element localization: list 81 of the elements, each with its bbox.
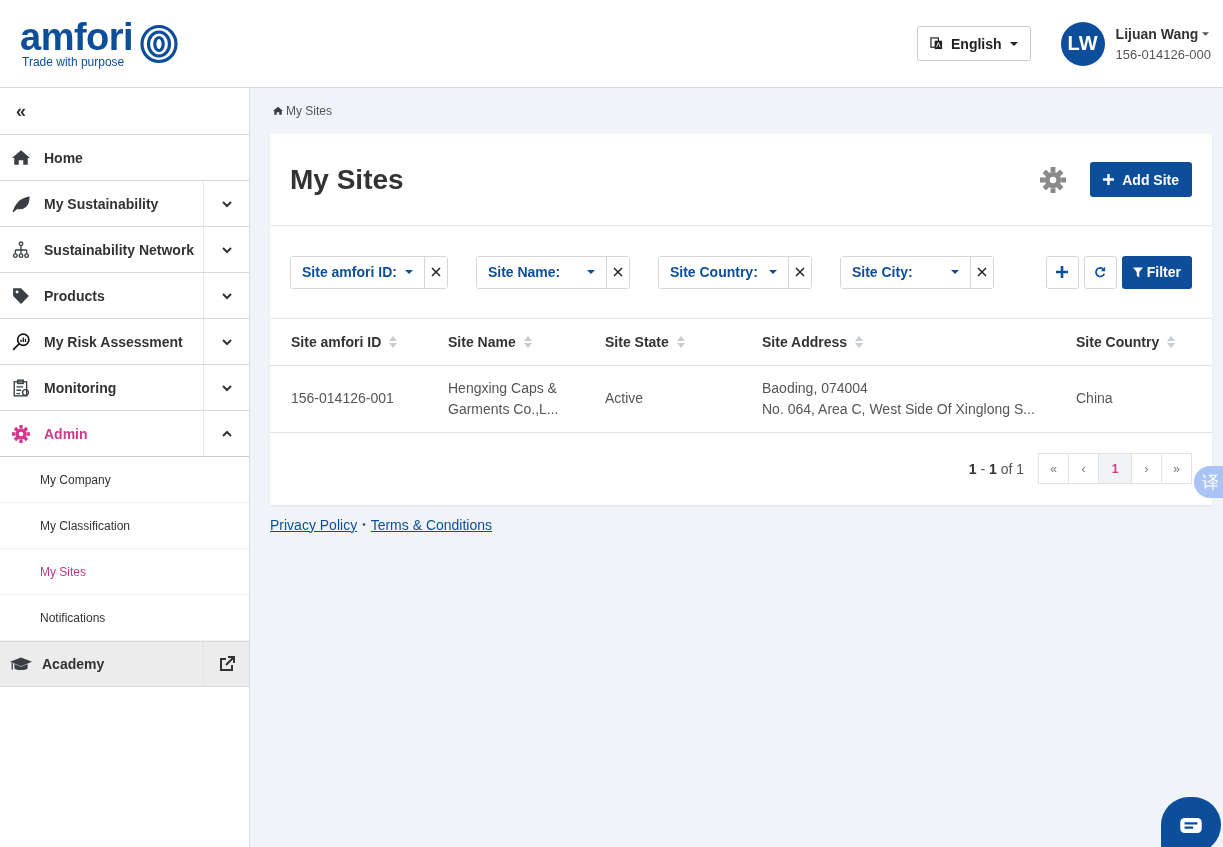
sort-icon <box>523 335 532 348</box>
sort-icon <box>855 335 864 348</box>
close-icon <box>612 267 623 277</box>
table-cell-text: No. 064, Area C, West Side Of Xinglong S... <box>762 399 1036 419</box>
nav-item[interactable]: Home <box>0 135 249 180</box>
gear-icon <box>12 424 30 443</box>
footer-link[interactable]: Privacy Policy <box>270 516 358 533</box>
tag-icon <box>12 286 30 305</box>
sort-icon <box>389 335 398 348</box>
table-cell-text: Active <box>605 389 645 408</box>
nav-item[interactable]: Monitoring <box>0 365 204 410</box>
table-cell-text: Garments Co.,L... <box>448 399 560 419</box>
submenu-item[interactable]: My Sites <box>0 549 249 595</box>
nav-item[interactable]: My Risk Assessment <box>0 319 204 364</box>
sort-icon <box>1167 335 1176 348</box>
account-id: 156-014126-000 <box>1115 46 1211 62</box>
language-dropdown[interactable]: English <box>917 26 1031 61</box>
caret-icon <box>586 270 595 274</box>
clipboard-icon <box>12 378 30 397</box>
home-icon <box>12 148 30 167</box>
breadcrumb-link[interactable]: My Sites <box>286 104 332 118</box>
home-icon <box>273 106 283 116</box>
logo-wordmark: amfori <box>20 18 134 55</box>
page-button[interactable]: » <box>1161 453 1192 484</box>
leaf-icon <box>12 194 30 213</box>
settings-icon <box>1040 166 1067 193</box>
footer-link[interactable]: Terms & Conditions <box>370 516 493 533</box>
pagination-summary: 1 - 1 of 1 <box>968 460 1024 477</box>
external-link-icon <box>218 656 235 672</box>
page-button[interactable]: « <box>1038 453 1069 484</box>
logo-icon <box>139 23 180 64</box>
column-header[interactable]: Site Country <box>1076 333 1160 350</box>
table-cell-text: Baoding, 074004 <box>762 378 869 398</box>
page-button[interactable]: ‹ <box>1068 453 1099 484</box>
table-cell-text: Hengxing Caps & <box>448 378 558 398</box>
close-icon <box>794 267 805 277</box>
table-cell-text: 156-014126-001 <box>291 389 395 408</box>
user-name[interactable]: Lijuan Wang <box>1115 25 1199 42</box>
column-header[interactable]: Site amfori ID <box>291 333 382 350</box>
network-icon <box>12 240 30 259</box>
page-button[interactable]: 1 <box>1098 453 1132 484</box>
plus-icon <box>1056 266 1069 278</box>
reset-button[interactable] <box>1083 255 1117 289</box>
add-site-button[interactable]: Add Site <box>1090 162 1192 197</box>
plus-icon <box>1103 174 1115 185</box>
translate-icon <box>930 37 943 50</box>
magnifier-chart-icon <box>12 332 30 351</box>
column-header[interactable]: Site State <box>605 333 669 350</box>
caret-icon <box>1009 41 1018 46</box>
logo-tagline: Trade with purpose <box>22 54 126 69</box>
caret-icon <box>950 270 959 274</box>
refresh-icon <box>1094 266 1107 278</box>
close-icon <box>976 267 987 277</box>
filter-dropdown[interactable]: Site City: <box>840 256 971 288</box>
separator-dot: • <box>362 519 366 530</box>
filter-dropdown[interactable]: Site Name: <box>476 256 607 288</box>
filter-button[interactable]: Filter <box>1121 255 1192 289</box>
table-cell-text: China <box>1076 389 1114 408</box>
nav-item[interactable]: My Sustainability <box>0 181 204 226</box>
column-header[interactable]: Site Address <box>762 333 848 350</box>
filter-dropdown[interactable]: Site Country: <box>658 256 789 288</box>
nav-item[interactable]: Sustainability Network <box>0 227 204 272</box>
submenu-item[interactable]: My Company <box>0 457 249 503</box>
collapse-button[interactable]: « <box>12 100 30 122</box>
nav-item[interactable]: Admin <box>0 411 204 456</box>
caret-icon <box>768 270 777 274</box>
nav-item[interactable]: Products <box>0 273 204 318</box>
caret-icon <box>1202 31 1210 36</box>
chat-icon <box>1180 817 1202 833</box>
sort-icon <box>676 335 685 348</box>
add-filter-button[interactable] <box>1045 255 1079 289</box>
funnel-icon <box>1132 266 1143 278</box>
filter-dropdown[interactable]: Site amfori ID: <box>291 256 425 288</box>
graduation-cap-icon <box>10 655 32 673</box>
caret-icon <box>404 270 413 274</box>
column-header[interactable]: Site Name <box>448 333 516 350</box>
page-title: My Sites <box>290 163 404 196</box>
user-avatar[interactable]: LW <box>1060 21 1105 66</box>
submenu-item[interactable]: My Classification <box>0 503 249 549</box>
close-icon <box>430 267 441 277</box>
page-button[interactable]: › <box>1131 453 1162 484</box>
